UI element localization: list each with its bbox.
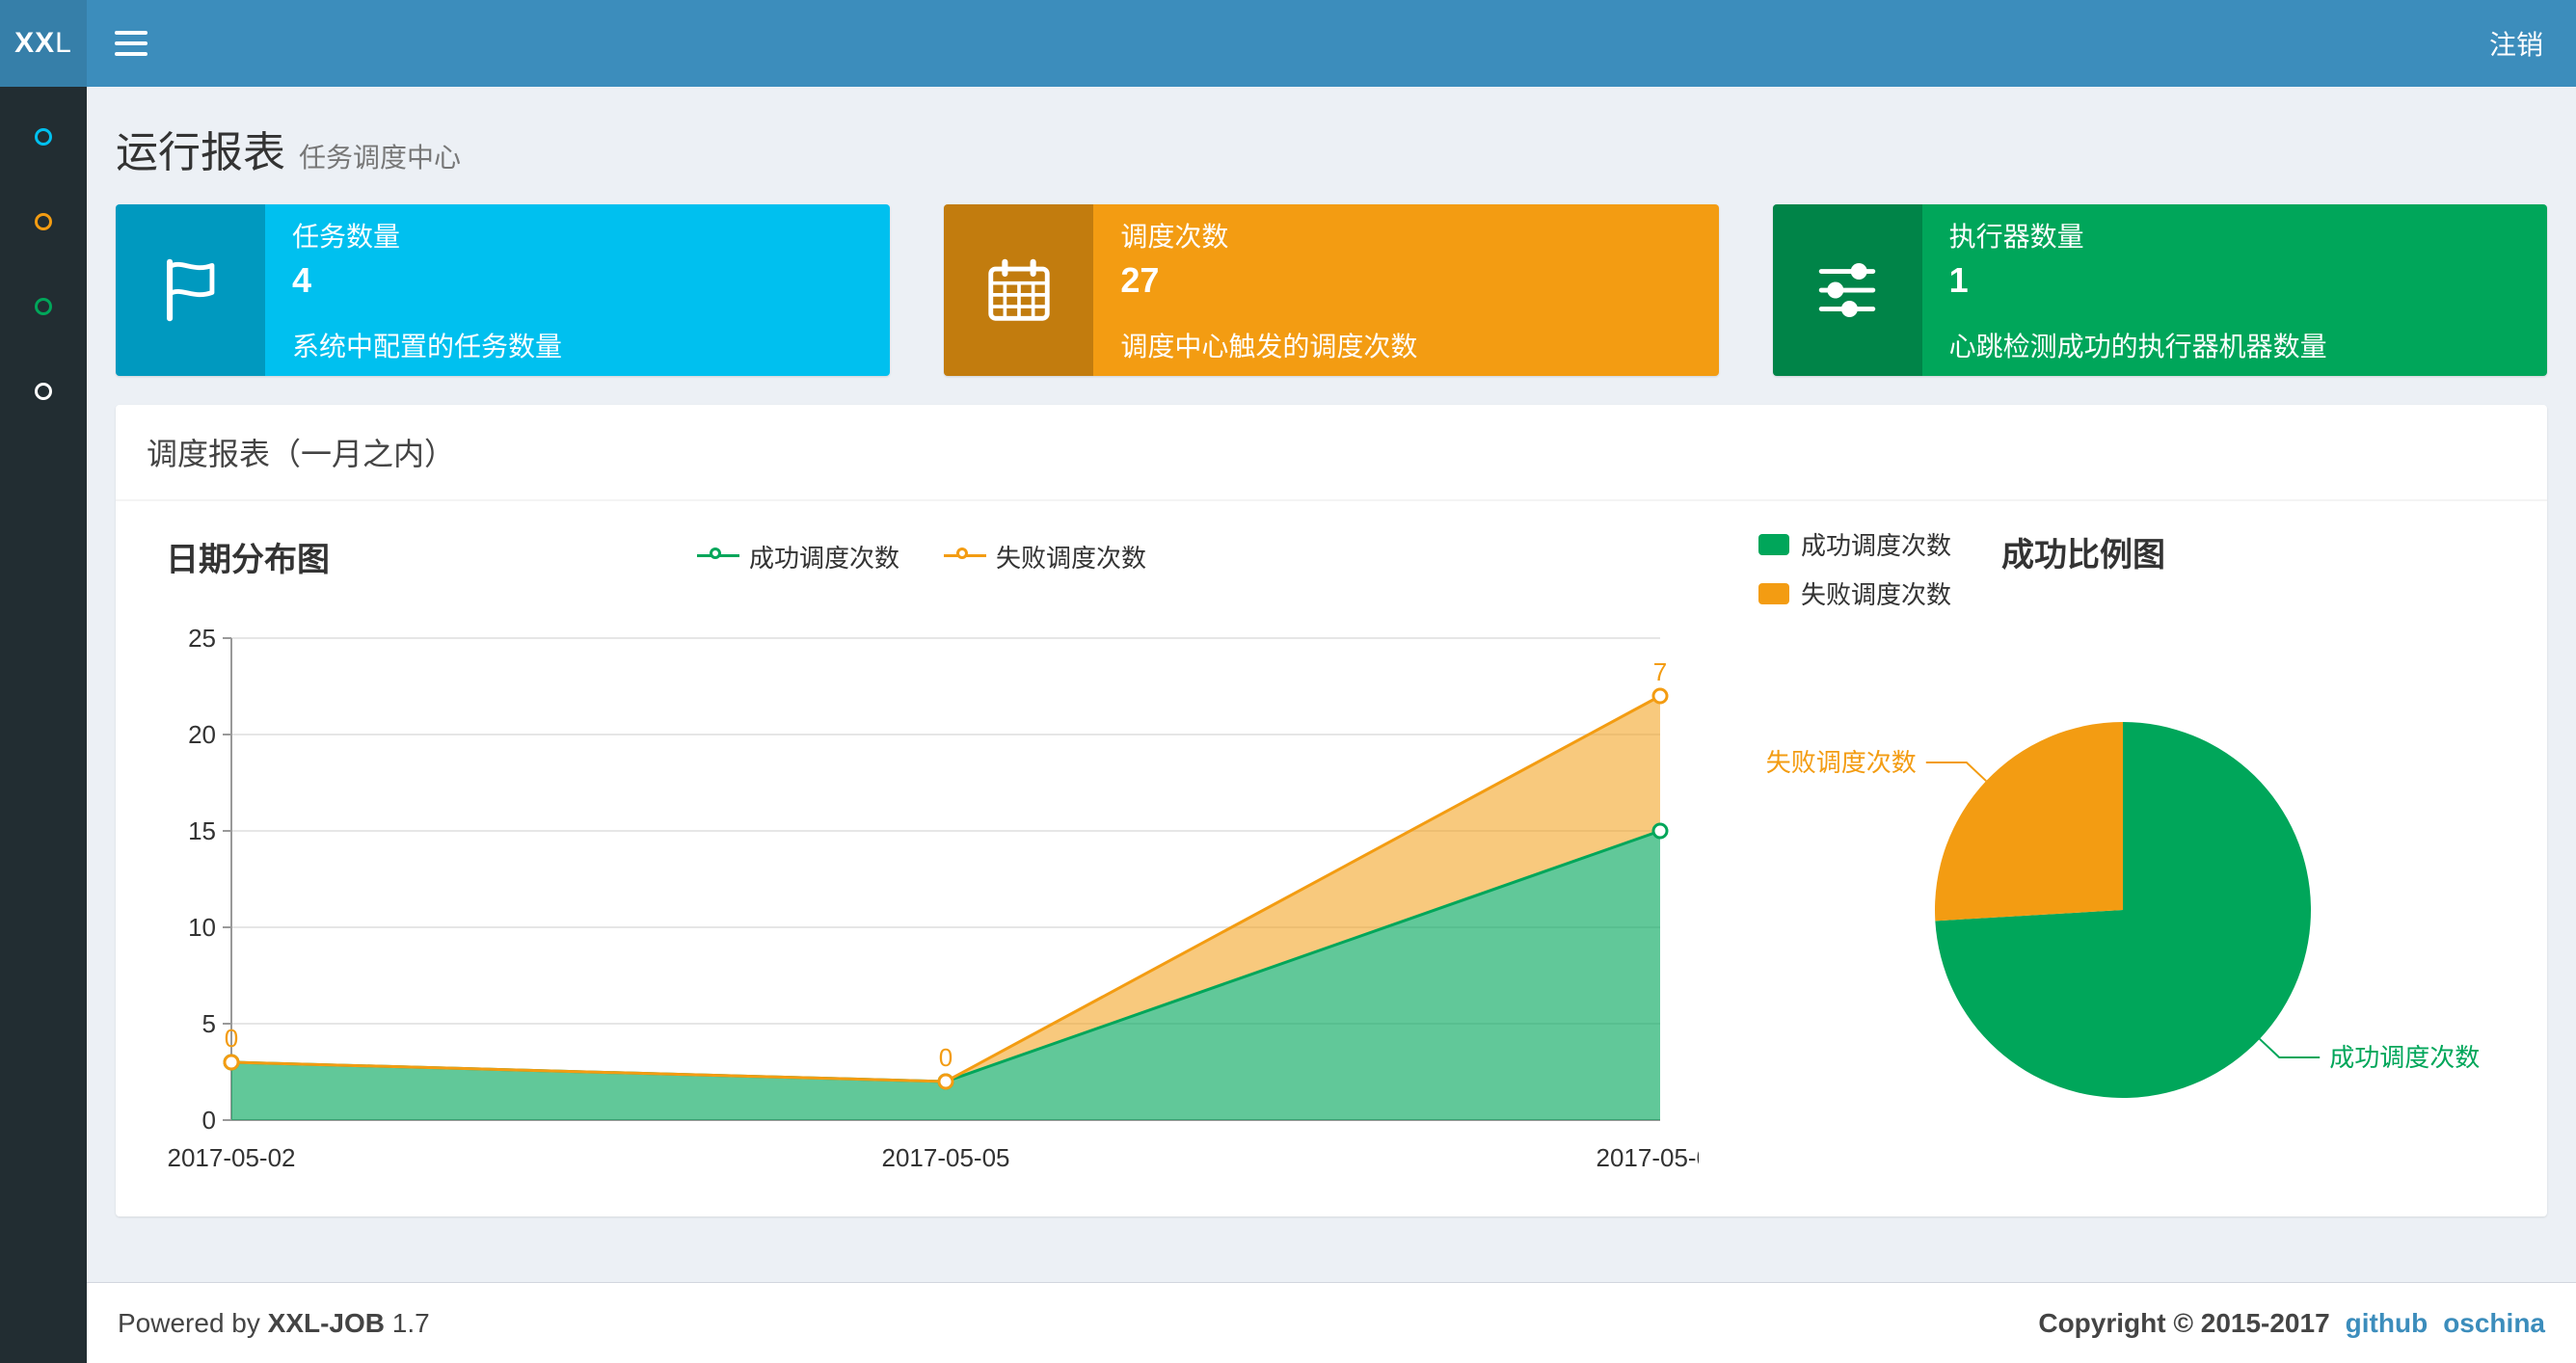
navbar-main: 注销: [87, 0, 2576, 87]
svg-text:25: 25: [188, 624, 216, 653]
sidebar-toggle-button[interactable]: [87, 0, 175, 87]
legend-item-fail[interactable]: 失败调度次数: [944, 539, 1146, 575]
info-box-jobs: 任务数量 4 系统中配置的任务数量: [116, 204, 891, 376]
line-chart-legend: 成功调度次数 失败调度次数: [696, 539, 1146, 575]
info-box-triggers: 调度次数 27 调度中心触发的调度次数: [944, 204, 1719, 376]
logout-link[interactable]: 注销: [2456, 0, 2576, 87]
app-logo-rest: L: [55, 27, 72, 59]
page-title-text: 运行报表: [116, 129, 285, 176]
sliders-icon: [1772, 204, 1922, 376]
info-box-description: 心跳检测成功的执行器机器数量: [1948, 332, 2327, 361]
report-panel: 调度报表（一月之内） 日期分布图 成功调度次数 失败调度次数 0 5 10 15…: [116, 405, 2547, 1216]
info-box-description: 系统中配置的任务数量: [292, 332, 563, 361]
page-footer: Powered by XXL-JOB 1.7 Copyright © 2015-…: [87, 1282, 2576, 1363]
flag-icon: [116, 204, 265, 376]
page-subtitle: 任务调度中心: [299, 143, 462, 173]
powered-by: Powered by XXL-JOB 1.7: [118, 1308, 430, 1339]
svg-text:2017-05-02: 2017-05-02: [168, 1143, 296, 1172]
sidebar-item-2[interactable]: [0, 179, 87, 264]
product-version: 1.7: [391, 1307, 430, 1338]
line-marker-icon: [696, 547, 739, 566]
content-area: 运行报表 任务调度中心 任务数量 4 系统中配置的任务数量 调度次数 27 调度…: [87, 87, 2576, 1282]
info-box-label: 执行器数量: [1948, 222, 2084, 252]
legend-label: 失败调度次数: [1801, 580, 1952, 609]
svg-text:0: 0: [225, 1024, 238, 1053]
app-logo-bold: XX: [14, 27, 56, 59]
swatch-icon: [1758, 533, 1789, 555]
circle-outline-icon: [35, 383, 52, 400]
oschina-link[interactable]: oschina: [2443, 1308, 2545, 1339]
svg-text:2017-05-08: 2017-05-08: [1597, 1143, 1700, 1172]
panel-title: 调度报表（一月之内）: [116, 405, 2547, 501]
svg-text:20: 20: [188, 720, 216, 749]
line-marker-icon: [944, 547, 986, 566]
info-box-value: 4: [292, 260, 312, 300]
circle-outline-icon: [35, 213, 52, 230]
svg-text:0: 0: [939, 1043, 953, 1072]
content-header: 运行报表 任务调度中心: [87, 87, 2576, 204]
date-distribution-chart[interactable]: 05101520252017-05-022017-05-052017-05-08…: [145, 590, 1700, 1188]
sidebar: [0, 87, 87, 1363]
success-ratio-pie-chart[interactable]: 成功调度次数 失败调度次数: [1699, 611, 2518, 1189]
svg-text:10: 10: [188, 913, 216, 942]
line-chart-title: 日期分布图: [166, 541, 330, 578]
info-box-content: 任务数量 4 系统中配置的任务数量: [265, 204, 890, 376]
powered-prefix: Powered by: [118, 1307, 260, 1338]
legend-item-success[interactable]: 成功调度次数: [696, 539, 899, 575]
swatch-icon: [1758, 582, 1789, 604]
copyright-text: Copyright © 2015-2017: [2038, 1307, 2330, 1338]
info-box-label: 调度次数: [1120, 222, 1229, 252]
legend-item-fail[interactable]: 失败调度次数: [1758, 575, 1951, 611]
sidebar-item-4[interactable]: [0, 349, 87, 434]
svg-text:0: 0: [202, 1106, 216, 1135]
svg-text:15: 15: [188, 816, 216, 845]
legend-label: 失败调度次数: [996, 543, 1147, 573]
info-box-executors: 执行器数量 1 心跳检测成功的执行器机器数量: [1772, 204, 2547, 376]
page-title: 运行报表 任务调度中心: [116, 118, 2547, 179]
hamburger-icon: [115, 52, 148, 56]
panel-body: 日期分布图 成功调度次数 失败调度次数 0 5 10 15 20 25 2017-05-02…: [116, 501, 2547, 1216]
svg-text:5: 5: [202, 1009, 216, 1038]
pie-chart-legend: 成功调度次数 失败调度次数: [1758, 526, 1951, 611]
calendar-icon: [944, 204, 1094, 376]
pie-chart-title: 成功比例图: [2001, 537, 2166, 574]
circle-outline-icon: [35, 128, 52, 146]
info-box-label: 任务数量: [292, 222, 401, 252]
success-ratio-block: 成功调度次数 失败调度次数 成功比例图 成功调度次数 失败调度次数: [1699, 522, 2518, 1189]
product-name: XXL-JOB: [267, 1307, 386, 1338]
pie-chart-header: 成功调度次数 失败调度次数 成功比例图: [1699, 522, 2518, 611]
legend-label: 成功调度次数: [748, 543, 899, 573]
legend-item-success[interactable]: 成功调度次数: [1758, 526, 1951, 562]
svg-text:2017-05-05: 2017-05-05: [882, 1143, 1010, 1172]
hamburger-icon: [115, 41, 148, 45]
info-box-description: 调度中心触发的调度次数: [1120, 332, 1418, 361]
svg-text:成功调度次数: 成功调度次数: [2329, 1043, 2480, 1072]
github-link[interactable]: github: [2346, 1308, 2428, 1339]
info-box-value: 1: [1948, 260, 1969, 300]
app-logo[interactable]: XX L: [0, 0, 87, 87]
circle-outline-icon: [35, 298, 52, 315]
legend-label: 成功调度次数: [1801, 531, 1952, 560]
date-distribution-block: 日期分布图 成功调度次数 失败调度次数 0 5 10 15 20 25 2017-05-02…: [145, 522, 1699, 1189]
sidebar-item-3[interactable]: [0, 264, 87, 349]
footer-right: Copyright © 2015-2017 github oschina: [2038, 1308, 2545, 1339]
info-box-value: 27: [1120, 260, 1160, 300]
svg-text:7: 7: [1653, 657, 1667, 686]
line-chart-header: 日期分布图 成功调度次数 失败调度次数: [145, 522, 1699, 590]
svg-text:失败调度次数: 失败调度次数: [1766, 748, 1917, 777]
info-box-content: 调度次数 27 调度中心触发的调度次数: [1093, 204, 1718, 376]
top-navbar: XX L 注销: [0, 0, 2576, 87]
hamburger-icon: [115, 31, 148, 35]
sidebar-item-1[interactable]: [0, 94, 87, 179]
info-box-row: 任务数量 4 系统中配置的任务数量 调度次数 27 调度中心触发的调度次数 执行…: [87, 204, 2576, 376]
info-box-content: 执行器数量 1 心跳检测成功的执行器机器数量: [1922, 204, 2547, 376]
